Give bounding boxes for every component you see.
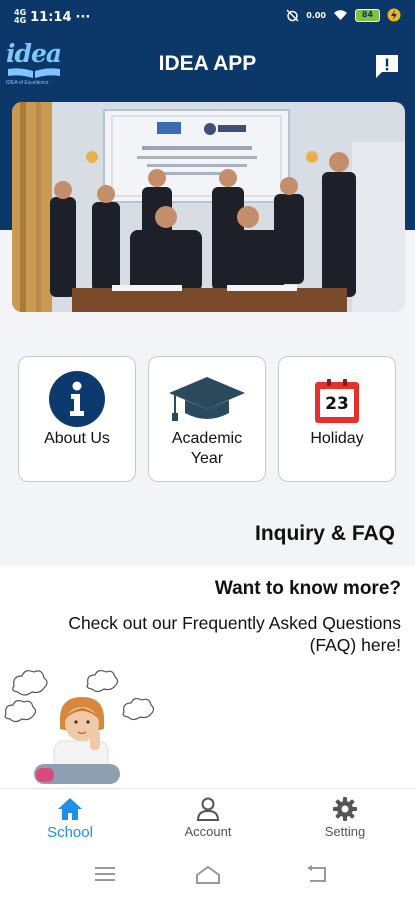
account-icon — [196, 797, 220, 821]
inquiry-section-title: Inquiry & FAQ — [254, 522, 395, 545]
banner-photo — [12, 102, 405, 312]
home-button-icon[interactable] — [195, 865, 221, 885]
nav-setting[interactable]: Setting — [285, 797, 405, 839]
nav-setting-label: Setting — [324, 824, 366, 839]
alarm-off-icon — [286, 8, 299, 22]
calendar-date: 23 — [325, 394, 349, 414]
status-time: 11:14 — [30, 9, 72, 25]
faq-heading: Want to know more? — [214, 578, 401, 599]
charging-icon — [387, 8, 401, 22]
academic-year-tile[interactable]: Academic Year — [148, 356, 266, 482]
holiday-label: Holiday — [310, 430, 364, 447]
graduation-cap-icon — [169, 377, 245, 421]
nav-school[interactable]: School — [10, 797, 130, 841]
nav-account-label: Account — [184, 824, 232, 839]
bottom-navigation: School Account Setting — [0, 788, 415, 850]
info-icon — [49, 371, 105, 427]
data-rate: 0.00 — [306, 10, 326, 20]
logo-tagline: IDEA of Excellence — [6, 80, 49, 86]
battery-indicator: 84 — [355, 8, 380, 22]
status-dots: ··· — [75, 9, 91, 25]
system-nav-bar — [0, 850, 415, 900]
gear-icon — [333, 797, 357, 821]
app-title: IDEA APP — [158, 52, 257, 75]
holiday-tile[interactable]: 23 Holiday — [278, 356, 396, 482]
faq-description: Check out our Frequently Asked Questions… — [68, 613, 401, 655]
network-indicator: 4G 4G — [14, 8, 27, 25]
back-icon[interactable] — [305, 865, 327, 883]
feedback-icon[interactable] — [374, 53, 400, 79]
menu-icon[interactable] — [94, 865, 116, 883]
academic-year-label: Academic Year — [171, 430, 243, 467]
nav-school-label: School — [47, 824, 93, 841]
thinking-child-illustration — [4, 664, 155, 788]
nav-account[interactable]: Account — [148, 797, 268, 839]
home-icon — [58, 798, 82, 820]
status-bar: 4G 4G 11:14 ··· 0.00 84 — [0, 0, 415, 36]
about-us-label: About Us — [44, 430, 110, 447]
wifi-icon — [334, 10, 347, 20]
about-us-tile[interactable]: About Us — [18, 356, 136, 482]
